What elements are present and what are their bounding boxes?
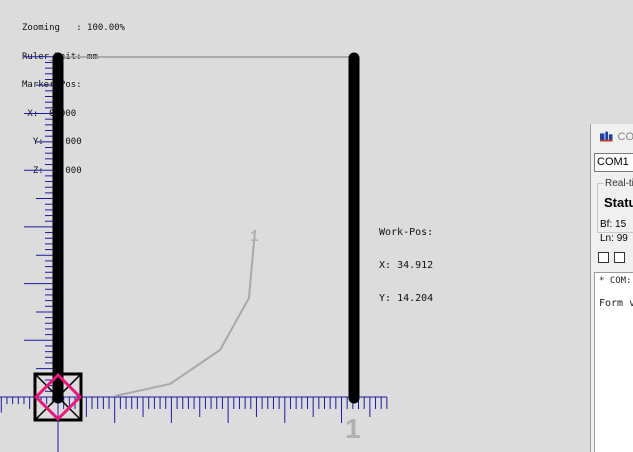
- status-label: Statu: [604, 195, 633, 210]
- toolpath-end-label: 1: [250, 228, 258, 245]
- com-panel-title: CO: [617, 131, 633, 143]
- checkbox-1[interactable]: [598, 252, 609, 263]
- workspace-canvas[interactable]: 1 1: [0, 0, 633, 452]
- realtime-group-label: Real-ti: [604, 178, 633, 189]
- com-port-select[interactable]: COM1: [594, 153, 633, 172]
- toolpath-line: [114, 229, 256, 397]
- com-panel-titlebar[interactable]: CO: [591, 124, 633, 150]
- axis-end-label: 1: [345, 413, 361, 444]
- line-readout: Ln: 99: [600, 233, 628, 244]
- buffer-readout: Bf: 15: [600, 219, 627, 230]
- log-line: Form v: [599, 298, 633, 309]
- com-panel: CO COM1 Real-ti Statu Bf: 15 Ln: 99 * CO…: [590, 124, 633, 452]
- checkbox-2[interactable]: [614, 252, 625, 263]
- log-line: * COM:: [599, 276, 632, 286]
- app-icon: [600, 131, 613, 142]
- console-log[interactable]: * COM: Form v: [594, 272, 633, 452]
